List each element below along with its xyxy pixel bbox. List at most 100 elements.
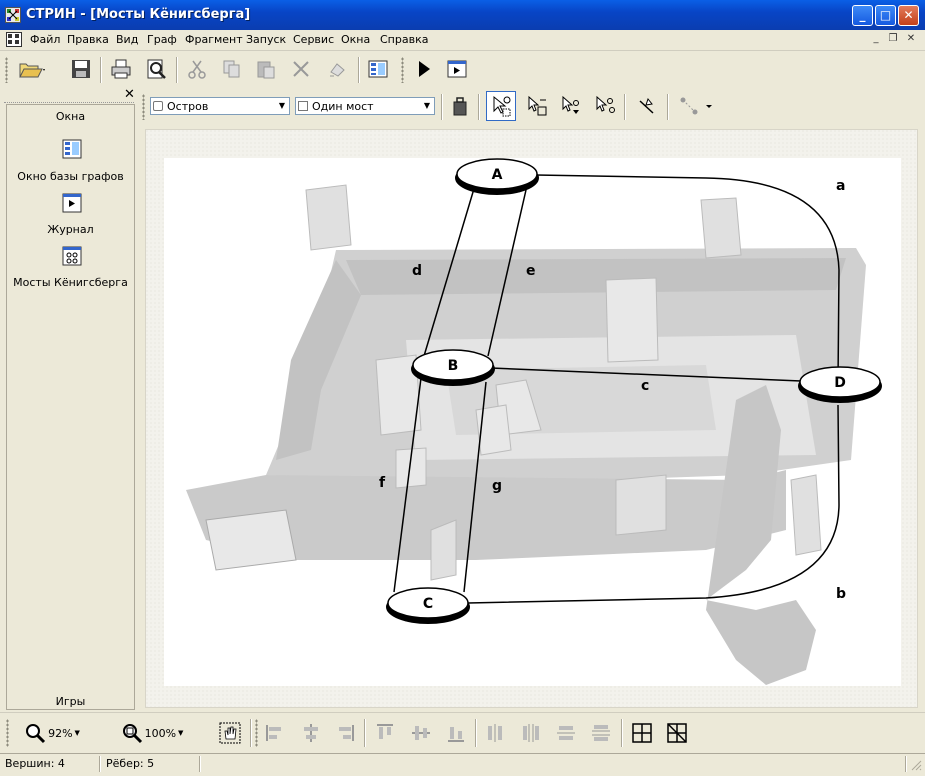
graph-db-window-icon[interactable]	[62, 139, 82, 159]
edge-label-d: d	[412, 263, 422, 279]
toolbar-grip[interactable]	[5, 57, 8, 83]
window-title: СТРИН - [Мосты Кёнигсберга]	[26, 7, 251, 22]
distribute-h-button[interactable]	[482, 720, 508, 746]
doc-close-button[interactable]: ✕	[904, 32, 918, 46]
align-left-button[interactable]	[262, 720, 288, 746]
resize-grip[interactable]	[910, 759, 922, 771]
select-tool-button[interactable]	[486, 91, 516, 121]
panel-item-journal[interactable]: Журнал	[7, 223, 134, 236]
select-vertex-button[interactable]	[558, 93, 584, 119]
vertex-d[interactable]: D	[798, 366, 882, 403]
align-middle-icon	[412, 726, 430, 740]
grid-icon	[632, 723, 652, 743]
zoom-dropdown[interactable]: 92% ▼	[20, 720, 84, 746]
doc-minimize-button[interactable]: _	[869, 32, 883, 46]
align-right-button[interactable]	[332, 720, 358, 746]
distribute-h2-button[interactable]	[518, 720, 544, 746]
vertex-type-value: Остров	[167, 100, 209, 113]
panel-item-konigsberg[interactable]: Мосты Кёнигсберга	[7, 276, 134, 289]
connect-dropdown-button[interactable]	[676, 93, 716, 119]
document-system-menu-icon[interactable]	[6, 32, 22, 47]
align-right-icon	[339, 725, 354, 741]
no-grid-button[interactable]	[664, 720, 690, 746]
close-button[interactable]: ✕	[898, 5, 919, 26]
menu-windows[interactable]: Окна	[341, 33, 370, 46]
edge-type-icon	[298, 101, 308, 111]
save-button[interactable]	[68, 56, 94, 82]
edge-label-g: g	[492, 478, 502, 494]
journal-button[interactable]	[444, 56, 470, 82]
edge-type-value: Один мост	[312, 100, 374, 113]
vertex-count: Вершин: 4	[5, 757, 65, 770]
app-icon[interactable]	[5, 7, 21, 23]
vertex-label-b: B	[448, 358, 459, 374]
distribute-v2-button[interactable]	[588, 720, 614, 746]
status-bar: Вершин: 4 Рёбер: 5	[0, 753, 925, 776]
menu-bar: Файл Правка Вид Граф Фрагмент Запуск Сер…	[0, 30, 925, 51]
section-games-header[interactable]: Игры	[7, 695, 134, 708]
zoom-fit-dropdown[interactable]: 100% ▼	[118, 720, 186, 746]
menu-service[interactable]: Сервис	[293, 33, 334, 46]
chevron-down-icon: ▼	[423, 101, 431, 110]
edge-label-e: e	[526, 263, 536, 279]
vertex-b[interactable]: B	[411, 349, 495, 386]
align-middle-button[interactable]	[408, 720, 434, 746]
select-edges-button[interactable]	[524, 93, 550, 119]
menu-help[interactable]: Справка	[380, 33, 428, 46]
draw-edge-icon	[639, 97, 654, 114]
edge-type-select[interactable]: Один мост ▼	[295, 97, 435, 115]
minimize-button[interactable]: _	[852, 5, 873, 26]
windows-panel: ✕ Окна Окно базы графов Журнал Мосты Кён…	[0, 87, 139, 712]
distribute-h2-icon	[523, 724, 539, 742]
distribute-v-button[interactable]	[553, 720, 579, 746]
panel-close-icon[interactable]: ✕	[124, 87, 135, 102]
menu-edit[interactable]: Правка	[67, 33, 109, 46]
align-top-icon	[377, 724, 393, 739]
doc-restore-button[interactable]: ❐	[886, 32, 900, 46]
copy-icon	[223, 60, 240, 78]
maximize-button[interactable]: □	[875, 5, 896, 26]
open-button[interactable]	[17, 56, 47, 82]
menu-view[interactable]: Вид	[116, 33, 138, 46]
panel-body: Окна Окно базы графов Журнал Мосты Кёниг…	[6, 104, 135, 710]
align-center-h-button[interactable]	[298, 720, 324, 746]
hand-pan-icon	[219, 722, 241, 744]
graph-svg: a b c d e f g A B C D	[146, 130, 917, 707]
panel-item-graph-db[interactable]: Окно базы графов	[7, 170, 134, 183]
align-bottom-button[interactable]	[443, 720, 469, 746]
draw-edge-button[interactable]	[634, 93, 660, 119]
weight-button[interactable]	[447, 93, 473, 119]
journal-window-icon[interactable]	[62, 193, 82, 213]
graph-document-icon[interactable]	[62, 246, 82, 266]
edge-count: Рёбер: 5	[106, 757, 155, 770]
copy-button[interactable]	[219, 56, 245, 82]
zoom-icon	[26, 724, 46, 744]
print-preview-button[interactable]	[143, 56, 169, 82]
grid-button[interactable]	[629, 720, 655, 746]
cut-button[interactable]	[184, 56, 210, 82]
graph-canvas[interactable]: a b c d e f g A B C D	[145, 129, 918, 708]
panel-grip[interactable]	[4, 90, 134, 103]
menu-graph[interactable]: Граф	[147, 33, 177, 46]
paste-button[interactable]	[253, 56, 279, 82]
print-button[interactable]	[108, 56, 134, 82]
run-icon	[419, 61, 430, 77]
vertex-type-select[interactable]: Остров ▼	[150, 97, 290, 115]
align-top-button[interactable]	[372, 720, 398, 746]
minimize-icon: _	[859, 8, 866, 22]
edge-label-c: c	[641, 378, 649, 394]
run-button[interactable]	[410, 56, 436, 82]
no-grid-icon	[667, 723, 687, 743]
delete-button[interactable]	[288, 56, 314, 82]
select-multi-button[interactable]	[592, 93, 618, 119]
layout-toolbar: 92% ▼ 100% ▼	[0, 712, 925, 754]
menu-fragment[interactable]: Фрагмент	[185, 33, 243, 46]
menu-file[interactable]: Файл	[30, 33, 60, 46]
vertex-a[interactable]: A	[455, 158, 539, 195]
section-windows-header[interactable]: Окна	[7, 110, 134, 123]
graph-db-button[interactable]	[365, 56, 391, 82]
undo-button[interactable]	[324, 56, 350, 82]
vertex-c[interactable]: C	[386, 587, 470, 624]
pan-button[interactable]	[217, 720, 243, 746]
menu-run[interactable]: Запуск	[246, 33, 286, 46]
